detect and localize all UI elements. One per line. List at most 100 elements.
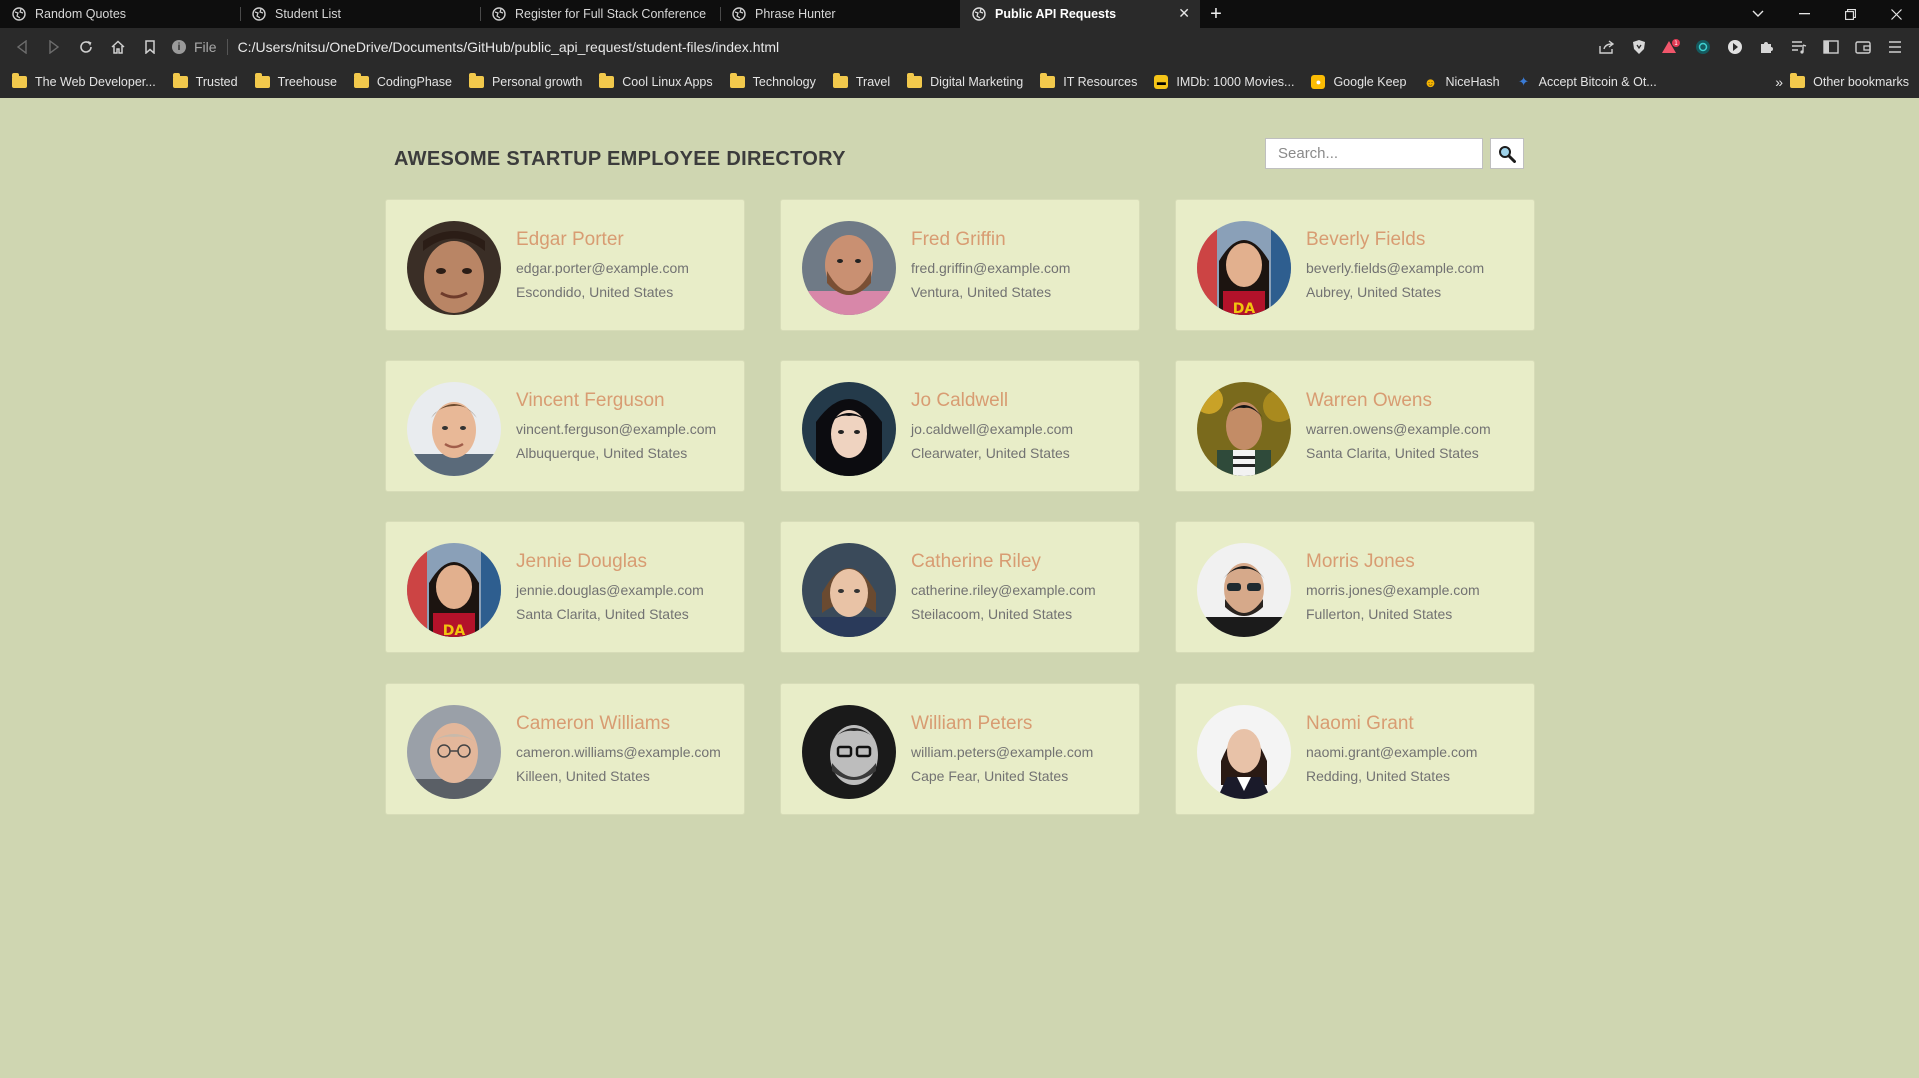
window-controls: [1735, 0, 1919, 28]
bookmark-label: IMDb: 1000 Movies...: [1176, 75, 1295, 89]
employee-avatar: [407, 221, 501, 315]
sidebar-icon[interactable]: [1815, 32, 1847, 62]
globe-icon: [12, 7, 26, 21]
wallet-icon[interactable]: [1847, 32, 1879, 62]
employee-email: fred.griffin@example.com: [911, 260, 1071, 276]
globe-icon: [732, 7, 746, 21]
tab-title: Random Quotes: [35, 7, 127, 21]
brave-shield-icon[interactable]: [1623, 32, 1655, 62]
employee-avatar: [802, 705, 896, 799]
forward-icon[interactable]: [38, 32, 70, 62]
folder-icon: [12, 73, 27, 88]
employee-avatar: [1197, 543, 1291, 637]
bookmark-label: IT Resources: [1063, 75, 1138, 89]
info-icon[interactable]: i: [172, 40, 186, 54]
employee-name: Fred Griffin: [911, 229, 1006, 250]
bookmark-folder[interactable]: The Web Developer...: [12, 73, 156, 89]
employee-location: Albuquerque, United States: [516, 445, 688, 461]
url-text[interactable]: C:/Users/nitsu/OneDrive/Documents/GitHub…: [238, 39, 780, 55]
close-icon[interactable]: ✕: [1178, 6, 1190, 20]
minimize-icon[interactable]: [1781, 0, 1827, 28]
employee-name: Cameron Williams: [516, 713, 671, 734]
tab-strip: Random Quotes Student List Register for …: [0, 0, 1919, 28]
employee-avatar: [407, 705, 501, 799]
search-button[interactable]: [1490, 138, 1524, 169]
tab-phrase-hunter[interactable]: Phrase Hunter: [720, 0, 960, 28]
tab-title: Register for Full Stack Conference: [515, 7, 707, 21]
share-icon[interactable]: [1591, 32, 1623, 62]
menu-icon[interactable]: [1879, 32, 1911, 62]
bookmark-folder[interactable]: Technology: [729, 73, 816, 89]
bookmark-link[interactable]: ● Google Keep: [1311, 75, 1406, 89]
bookmark-folder[interactable]: Treehouse: [254, 73, 337, 89]
reload-icon[interactable]: [70, 32, 102, 62]
address-bar[interactable]: i File C:/Users/nitsu/OneDrive/Documents…: [172, 33, 1572, 61]
globe-icon: [492, 7, 506, 21]
toolbar-right-icons: 1: [1591, 28, 1911, 66]
employee-card[interactable]: Cameron Williams cameron.williams@exampl…: [385, 683, 745, 815]
tab-title: Phrase Hunter: [755, 7, 836, 21]
other-bookmarks-label: Other bookmarks: [1813, 75, 1909, 89]
extension-teal-icon[interactable]: [1687, 32, 1719, 62]
employee-email: edgar.porter@example.com: [516, 260, 689, 276]
tab-public-api-requests[interactable]: Public API Requests ✕: [960, 0, 1200, 28]
bitcoin-icon: ✦: [1518, 74, 1530, 89]
restore-icon[interactable]: [1827, 0, 1873, 28]
employee-avatar: [407, 382, 501, 476]
folder-icon: [1040, 73, 1056, 88]
back-icon[interactable]: [6, 32, 38, 62]
bookmark-icon[interactable]: [134, 32, 166, 62]
close-window-icon[interactable]: [1873, 0, 1919, 28]
extensions-puzzle-icon[interactable]: [1751, 32, 1783, 62]
bookmark-folder[interactable]: Trusted: [172, 73, 238, 89]
bookmark-link[interactable]: ▬ IMDb: 1000 Movies...: [1154, 75, 1294, 89]
search-input[interactable]: [1265, 138, 1483, 169]
home-icon[interactable]: [102, 32, 134, 62]
employee-card[interactable]: DA Beverly Fields beverly.fields@example…: [1175, 199, 1535, 331]
bookmark-folder[interactable]: Cool Linux Apps: [599, 73, 713, 89]
tab-student-list[interactable]: Student List: [240, 0, 480, 28]
folder-icon: [254, 73, 270, 88]
tab-search-chevron-icon[interactable]: [1735, 0, 1781, 28]
tab-random-quotes[interactable]: Random Quotes: [0, 0, 240, 28]
employee-card[interactable]: Warren Owens warren.owens@example.com Sa…: [1175, 360, 1535, 492]
bookmark-folder[interactable]: Digital Marketing: [907, 73, 1023, 89]
employee-location: Santa Clarita, United States: [1306, 445, 1479, 461]
employee-card[interactable]: Morris Jones morris.jones@example.com Fu…: [1175, 521, 1535, 653]
employee-card[interactable]: Fred Griffin fred.griffin@example.com Ve…: [780, 199, 1140, 331]
bookmark-label: Personal growth: [491, 75, 583, 89]
employee-card[interactable]: Naomi Grant naomi.grant@example.com Redd…: [1175, 683, 1535, 815]
playlist-icon[interactable]: [1783, 32, 1815, 62]
employee-card[interactable]: Catherine Riley catherine.riley@example.…: [780, 521, 1140, 653]
employee-card[interactable]: Jo Caldwell jo.caldwell@example.com Clea…: [780, 360, 1140, 492]
folder-icon: [729, 73, 745, 88]
bookmark-link[interactable]: ☻ NiceHash: [1423, 74, 1500, 90]
extension-circle-icon[interactable]: [1719, 32, 1751, 62]
employee-card[interactable]: Edgar Porter edgar.porter@example.com Es…: [385, 199, 745, 331]
employee-email: warren.owens@example.com: [1306, 421, 1491, 437]
bookmark-folder[interactable]: CodingPhase: [353, 73, 452, 89]
nicehash-icon: ☻: [1423, 74, 1438, 90]
bookmark-label: The Web Developer...: [35, 75, 156, 89]
bookmark-label: Treehouse: [277, 75, 337, 89]
employee-email: naomi.grant@example.com: [1306, 744, 1478, 760]
google-keep-icon: ●: [1311, 75, 1326, 89]
employee-card[interactable]: Vincent Ferguson vincent.ferguson@exampl…: [385, 360, 745, 492]
brave-rewards-icon[interactable]: 1: [1655, 32, 1687, 62]
folder-icon: [832, 73, 848, 88]
more-bookmarks-chevron-icon[interactable]: »: [1775, 66, 1783, 98]
bookmark-folder[interactable]: IT Resources: [1040, 73, 1138, 89]
other-bookmarks[interactable]: Other bookmarks: [1790, 66, 1909, 98]
employee-email: jo.caldwell@example.com: [911, 421, 1074, 437]
employee-card[interactable]: DA Jennie Douglas jennie.douglas@example…: [385, 521, 745, 653]
new-tab-button[interactable]: +: [1200, 0, 1232, 28]
employee-email: morris.jones@example.com: [1306, 582, 1480, 598]
bookmark-label: Travel: [855, 75, 891, 89]
folder-icon: [353, 73, 369, 88]
bookmark-folder[interactable]: Travel: [832, 73, 891, 89]
bookmark-link[interactable]: ✦ Accept Bitcoin & Ot...: [1517, 74, 1657, 89]
employee-card[interactable]: William Peters william.peters@example.co…: [780, 683, 1140, 815]
bookmark-folder[interactable]: Personal growth: [468, 73, 583, 89]
page-title: AWESOME STARTUP EMPLOYEE DIRECTORY: [394, 148, 846, 170]
tab-register-conference[interactable]: Register for Full Stack Conference: [480, 0, 720, 28]
